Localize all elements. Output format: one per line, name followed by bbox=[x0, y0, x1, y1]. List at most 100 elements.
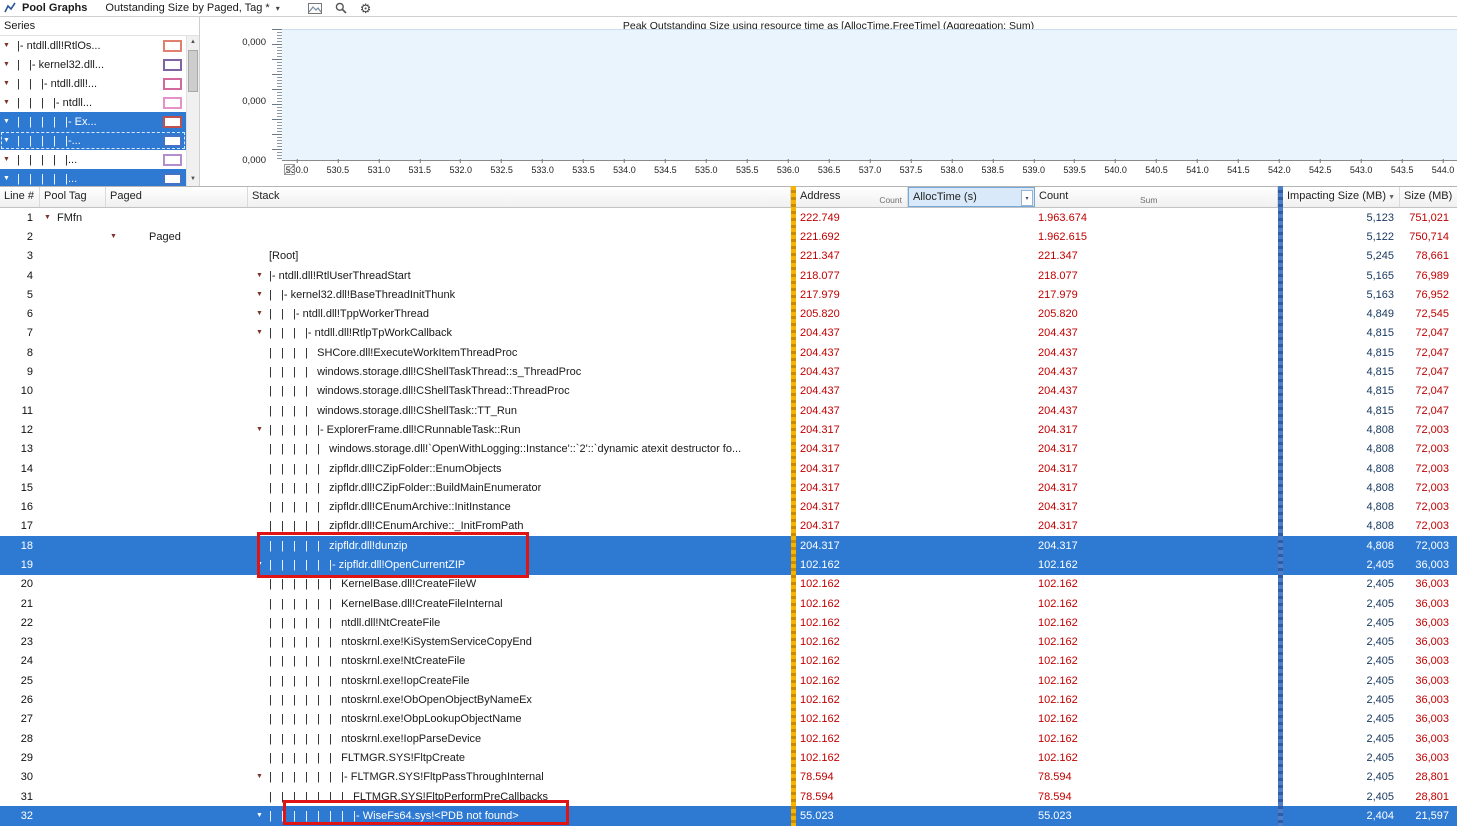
scrollbar-up-icon[interactable]: ▲ bbox=[187, 36, 199, 49]
expander-icon[interactable]: ▼ bbox=[256, 328, 269, 338]
expander-icon[interactable]: ▼ bbox=[256, 425, 269, 435]
table-row[interactable]: 9 | | | | windows.storage.dll!CShellTask… bbox=[0, 362, 1457, 381]
table-row[interactable]: 32 ▼ | | | | | | | |- WiseFs64.sys!<PDB … bbox=[0, 806, 1457, 826]
expander-icon[interactable]: ▼ bbox=[256, 309, 269, 319]
series-expander-icon[interactable]: ▼ bbox=[3, 155, 14, 165]
size-mb-value: 72,047 bbox=[1415, 366, 1449, 379]
address-value: 217.979 bbox=[800, 288, 840, 301]
series-expander-icon[interactable]: ▼ bbox=[3, 136, 14, 146]
table-row[interactable]: 3 [Root] 221.347 221.347 5,245 78,661 bbox=[0, 247, 1457, 266]
series-item[interactable]: ▼ | | | | |... bbox=[0, 150, 186, 169]
table-row[interactable]: 4 ▼ |- ntdll.dll!RtlUserThreadStart 218.… bbox=[0, 266, 1457, 285]
export-image-icon[interactable] bbox=[307, 2, 322, 14]
series-expander-icon[interactable]: ▼ bbox=[3, 79, 14, 89]
chart-select-icon[interactable] bbox=[284, 164, 295, 175]
col-header-pool-tag[interactable]: Pool Tag bbox=[40, 187, 106, 207]
table-row[interactable]: 30 ▼ | | | | | | |- FLTMGR.SYS!FltpPassT… bbox=[0, 768, 1457, 787]
expander-icon[interactable]: ▼ bbox=[256, 560, 269, 570]
scrollbar-thumb[interactable] bbox=[188, 50, 198, 92]
table-row[interactable]: 24 | | | | | | ntoskrnl.exe!NtCreateFile… bbox=[0, 652, 1457, 671]
series-item[interactable]: ▼ | |- kernel32.dll... bbox=[0, 55, 186, 74]
table-row[interactable]: 18 | | | | | zipfldr.dll!dunzip 204.317 … bbox=[0, 536, 1457, 556]
series-scrollbar[interactable]: ▲ ▼ bbox=[186, 36, 199, 186]
series-item[interactable]: ▼ | | |- ntdll.dll!... bbox=[0, 74, 186, 93]
table-row[interactable]: 2 ▼ Paged 221.692 1.962.615 5,122 750,71… bbox=[0, 227, 1457, 246]
table-row[interactable]: 29 | | | | | | FLTMGR.SYS!FltpCreate 102… bbox=[0, 748, 1457, 767]
table-row[interactable]: 8 | | | | SHCore.dll!ExecuteWorkItemThre… bbox=[0, 343, 1457, 362]
table-row[interactable]: 14 | | | | | zipfldr.dll!CZipFolder::Enu… bbox=[0, 459, 1457, 478]
table-row[interactable]: 31 | | | | | | | FLTMGR.SYS!FltpPerformP… bbox=[0, 787, 1457, 806]
view-dropdown-icon[interactable]: ▾ bbox=[276, 4, 280, 13]
search-icon[interactable] bbox=[335, 2, 347, 14]
table-row[interactable]: 25 | | | | | | ntoskrnl.exe!IopCreateFil… bbox=[0, 671, 1457, 690]
expander-icon[interactable]: ▼ bbox=[256, 811, 269, 821]
col-header-alloctime[interactable]: AllocTime (s) ▾ bbox=[908, 187, 1035, 207]
table-row[interactable]: 15 | | | | | zipfldr.dll!CZipFolder::Bui… bbox=[0, 478, 1457, 497]
table-row[interactable]: 12 ▼ | | | | |- ExplorerFrame.dll!CRunna… bbox=[0, 420, 1457, 439]
table-row[interactable]: 27 | | | | | | ntoskrnl.exe!ObpLookupObj… bbox=[0, 710, 1457, 729]
table-row[interactable]: 7 ▼ | | | |- ntdll.dll!RtlpTpWorkCallbac… bbox=[0, 324, 1457, 343]
settings-gear-icon[interactable]: ⚙ bbox=[360, 2, 372, 15]
col-header-address[interactable]: Address Count bbox=[796, 187, 908, 207]
stack-cell: | | | | | | ntoskrnl.exe!IopCreateFile bbox=[248, 675, 796, 687]
sort-descending-icon: ▼ bbox=[1388, 194, 1395, 201]
x-tick: 537.5 bbox=[900, 159, 922, 175]
plot-area[interactable] bbox=[282, 29, 1457, 161]
stack-cell: | | | | | | ntoskrnl.exe!ObOpenObjectByN… bbox=[248, 694, 796, 706]
column-dropdown-icon[interactable]: ▾ bbox=[1021, 190, 1033, 206]
stack-cell: | | | | windows.storage.dll!CShellTaskTh… bbox=[248, 385, 796, 397]
stack-frame-value: | | | | | | ntoskrnl.exe!ObOpenObjectByN… bbox=[269, 694, 532, 707]
expander-icon[interactable]: ▼ bbox=[256, 290, 269, 300]
stack-frame-value: | | | | SHCore.dll!ExecuteWorkItemThread… bbox=[269, 346, 518, 359]
col-header-line[interactable]: Line # bbox=[0, 187, 40, 207]
series-expander-icon[interactable]: ▼ bbox=[3, 60, 14, 70]
size-mb-value: 72,003 bbox=[1415, 539, 1449, 552]
table-row[interactable]: 17 | | | | | zipfldr.dll!CEnumArchive::_… bbox=[0, 517, 1457, 536]
series-item[interactable]: ▼ | | | | |- Ex... bbox=[0, 112, 186, 131]
blue-divider-bar[interactable] bbox=[1278, 186, 1283, 826]
address-value: 204.437 bbox=[800, 385, 840, 398]
line-number-cell: 19 bbox=[20, 558, 33, 571]
size-mb-value: 28,801 bbox=[1415, 790, 1449, 803]
table-row[interactable]: 23 | | | | | | ntoskrnl.exe!KiSystemServ… bbox=[0, 633, 1457, 652]
series-item[interactable]: ▼ |- ntdll.dll!RtlOs... bbox=[0, 36, 186, 55]
size-mb-value: 751,021 bbox=[1409, 211, 1449, 224]
series-expander-icon[interactable]: ▼ bbox=[3, 117, 14, 127]
x-tick: 531.0 bbox=[368, 159, 390, 175]
table-row[interactable]: 5 ▼ | |- kernel32.dll!BaseThreadInitThun… bbox=[0, 285, 1457, 304]
gold-divider-bar[interactable] bbox=[791, 186, 796, 826]
col-header-paged[interactable]: Paged bbox=[106, 187, 248, 207]
expander-icon[interactable]: ▼ bbox=[44, 213, 57, 223]
table-row[interactable]: 13 | | | | | windows.storage.dll!`OpenWi… bbox=[0, 440, 1457, 459]
table-row[interactable]: 1 ▼ FMfn 222.749 1.963.674 5,123 751,021 bbox=[0, 208, 1457, 227]
table-row[interactable]: 16 | | | | | zipfldr.dll!CEnumArchive::I… bbox=[0, 497, 1457, 516]
table-row[interactable]: 19 ▼ | | | | | |- zipfldr.dll!OpenCurren… bbox=[0, 555, 1457, 575]
table-row[interactable]: 10 | | | | windows.storage.dll!CShellTas… bbox=[0, 382, 1457, 401]
series-expander-icon[interactable]: ▼ bbox=[3, 41, 14, 51]
expander-icon[interactable]: ▼ bbox=[256, 271, 269, 281]
table-row[interactable]: 6 ▼ | | |- ntdll.dll!TppWorkerThread 205… bbox=[0, 304, 1457, 323]
col-header-size[interactable]: Size (MB) bbox=[1400, 187, 1457, 207]
expander-icon[interactable]: ▼ bbox=[110, 232, 123, 242]
table-row[interactable]: 21 | | | | | | KernelBase.dll!CreateFile… bbox=[0, 594, 1457, 613]
scrollbar-down-icon[interactable]: ▼ bbox=[187, 173, 199, 186]
col-header-count[interactable]: Count Sum bbox=[1035, 187, 1278, 207]
table-row[interactable]: 11 | | | | windows.storage.dll!CShellTas… bbox=[0, 401, 1457, 420]
table-row[interactable]: 26 | | | | | | ntoskrnl.exe!ObOpenObject… bbox=[0, 690, 1457, 709]
series-item[interactable]: ▼ | | | | |-... bbox=[0, 131, 186, 150]
expander-icon[interactable]: ▼ bbox=[256, 772, 269, 782]
alloctime-value: 102.162 bbox=[1038, 694, 1078, 707]
table-row[interactable]: 22 | | | | | | ntdll.dll!NtCreateFile 10… bbox=[0, 613, 1457, 632]
table-row[interactable]: 28 | | | | | | ntoskrnl.exe!IopParseDevi… bbox=[0, 729, 1457, 748]
series-expander-icon[interactable]: ▼ bbox=[3, 174, 14, 184]
col-header-impacting-size[interactable]: Impacting Size (MB) ▼ bbox=[1283, 187, 1400, 207]
stack-frame-value: | |- kernel32.dll!BaseThreadInitThunk bbox=[269, 288, 456, 301]
col-header-stack[interactable]: Stack bbox=[248, 187, 791, 207]
series-item[interactable]: ▼ | | | |- ntdll... bbox=[0, 93, 186, 112]
series-item-label: | |- kernel32.dll... bbox=[17, 58, 105, 71]
view-title[interactable]: Outstanding Size by Paged, Tag * bbox=[105, 2, 269, 14]
series-expander-icon[interactable]: ▼ bbox=[3, 98, 14, 108]
table-row[interactable]: 20 | | | | | | KernelBase.dll!CreateFile… bbox=[0, 575, 1457, 594]
size-mb-value: 36,003 bbox=[1415, 558, 1449, 571]
series-item[interactable]: ▼ | | | | |... bbox=[0, 169, 186, 186]
